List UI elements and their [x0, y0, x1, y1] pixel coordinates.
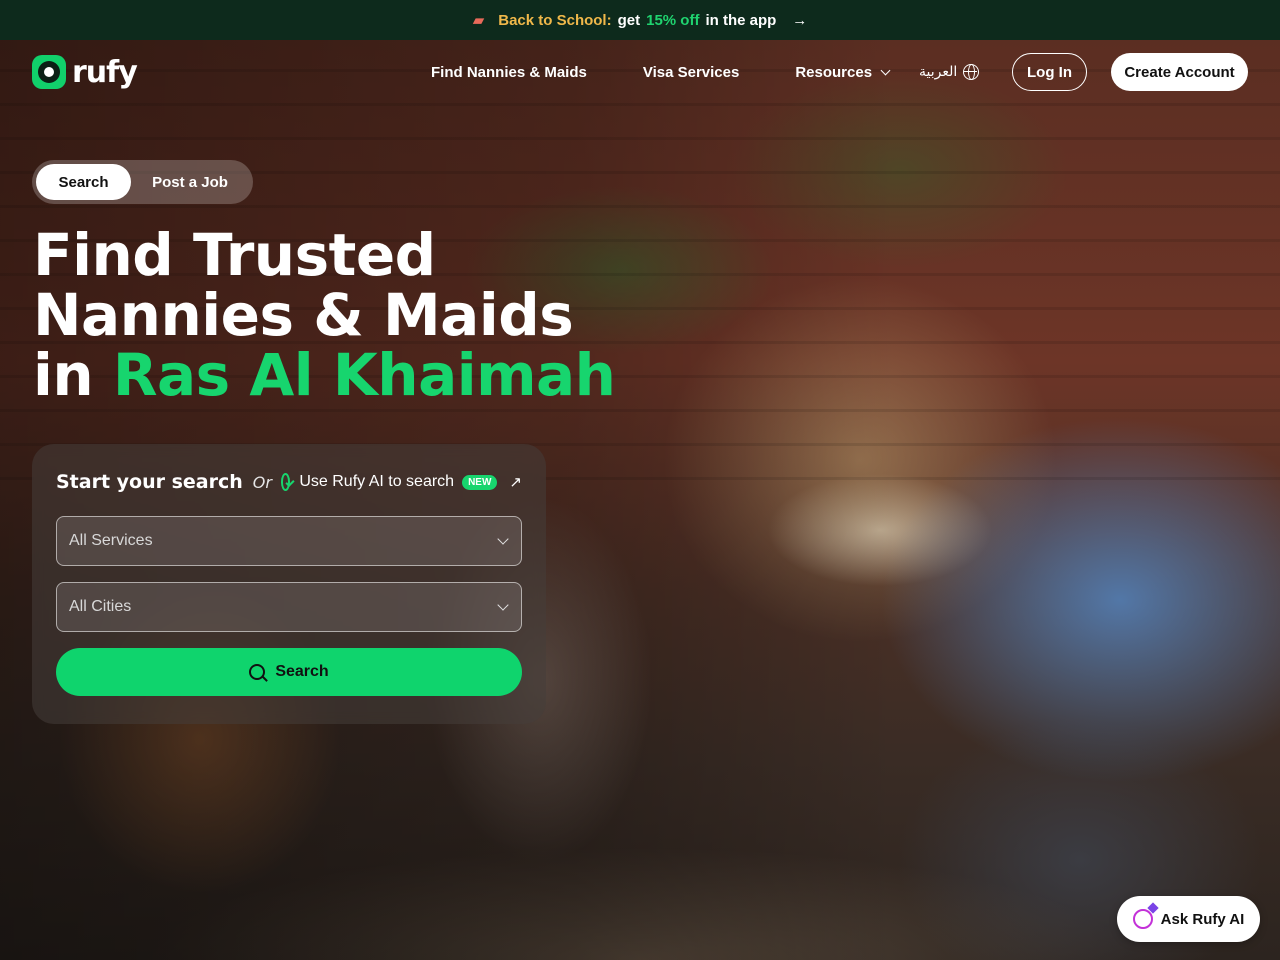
backpack-icon: ▰	[472, 12, 485, 29]
nav-resources[interactable]: Resources	[795, 63, 891, 81]
search-card-title: Start your search	[56, 471, 243, 493]
hero-city: Ras Al Khaimah	[112, 341, 616, 409]
external-arrow-icon[interactable]: ↗	[509, 473, 522, 491]
logo[interactable]: rufy	[32, 54, 138, 90]
new-badge: NEW	[462, 474, 498, 490]
ai-search-link[interactable]: Use Rufy AI to search	[299, 473, 454, 491]
promo-text-after: in the app	[705, 11, 777, 29]
hero-line-3-prefix: in	[33, 341, 94, 409]
logo-icon	[32, 55, 66, 89]
services-select-value: All Services	[69, 532, 153, 549]
cities-select[interactable]: All Cities	[56, 582, 522, 632]
cities-select-value: All Cities	[69, 598, 132, 615]
login-button[interactable]: Log In	[1012, 53, 1087, 91]
chevron-down-icon	[497, 533, 509, 545]
language-label: العربية	[919, 64, 958, 80]
nav-visa-services[interactable]: Visa Services	[643, 64, 739, 81]
main-nav: Find Nannies & Maids Visa Services Resou…	[431, 52, 891, 92]
services-select[interactable]: All Services	[56, 516, 522, 566]
promo-banner[interactable]: ▰ Back to School: get 15% off in the app…	[0, 0, 1280, 40]
chevron-down-icon	[880, 65, 891, 75]
tab-post-job[interactable]: Post a Job	[131, 164, 249, 200]
search-icon	[249, 664, 266, 680]
hero-line-1: Find Trusted	[33, 221, 436, 289]
search-card-header: Start your search Or Use Rufy AI to sear…	[56, 468, 522, 496]
globe-icon	[963, 64, 980, 80]
search-card: Start your search Or Use Rufy AI to sear…	[32, 444, 546, 724]
chat-sparkle-icon	[1132, 909, 1153, 929]
hero-heading: Find Trusted Nannies & Maids in Ras Al K…	[33, 221, 616, 405]
hero-line-3: in Ras Al Khaimah	[33, 345, 616, 405]
site-header: rufy Find Nannies & Maids Visa Services …	[32, 52, 1248, 92]
promo-highlight: Back to School:	[498, 11, 612, 29]
hero-line-2: Nannies & Maids	[33, 281, 574, 349]
ask-rufy-ai-button[interactable]: Ask Rufy AI	[1117, 896, 1260, 942]
chevron-down-icon	[497, 599, 509, 611]
tab-search[interactable]: Search	[36, 164, 131, 200]
nav-resources-label: Resources	[795, 63, 873, 81]
mode-tabs: Search Post a Job	[32, 160, 253, 204]
or-label: Or	[252, 472, 272, 492]
language-switcher[interactable]: العربية	[919, 52, 980, 92]
search-button-label: Search	[275, 663, 329, 680]
promo-discount: 15% off	[646, 11, 700, 29]
logo-text: rufy	[72, 54, 138, 90]
promo-text-before: get	[617, 11, 641, 29]
ask-rufy-ai-label: Ask Rufy AI	[1160, 910, 1245, 928]
nav-find-nannies[interactable]: Find Nannies & Maids	[431, 64, 587, 81]
arrow-right-icon: →	[792, 11, 808, 29]
create-account-button[interactable]: Create Account	[1111, 53, 1248, 91]
search-button[interactable]: Search	[56, 648, 522, 696]
ai-search-icon	[280, 473, 291, 491]
